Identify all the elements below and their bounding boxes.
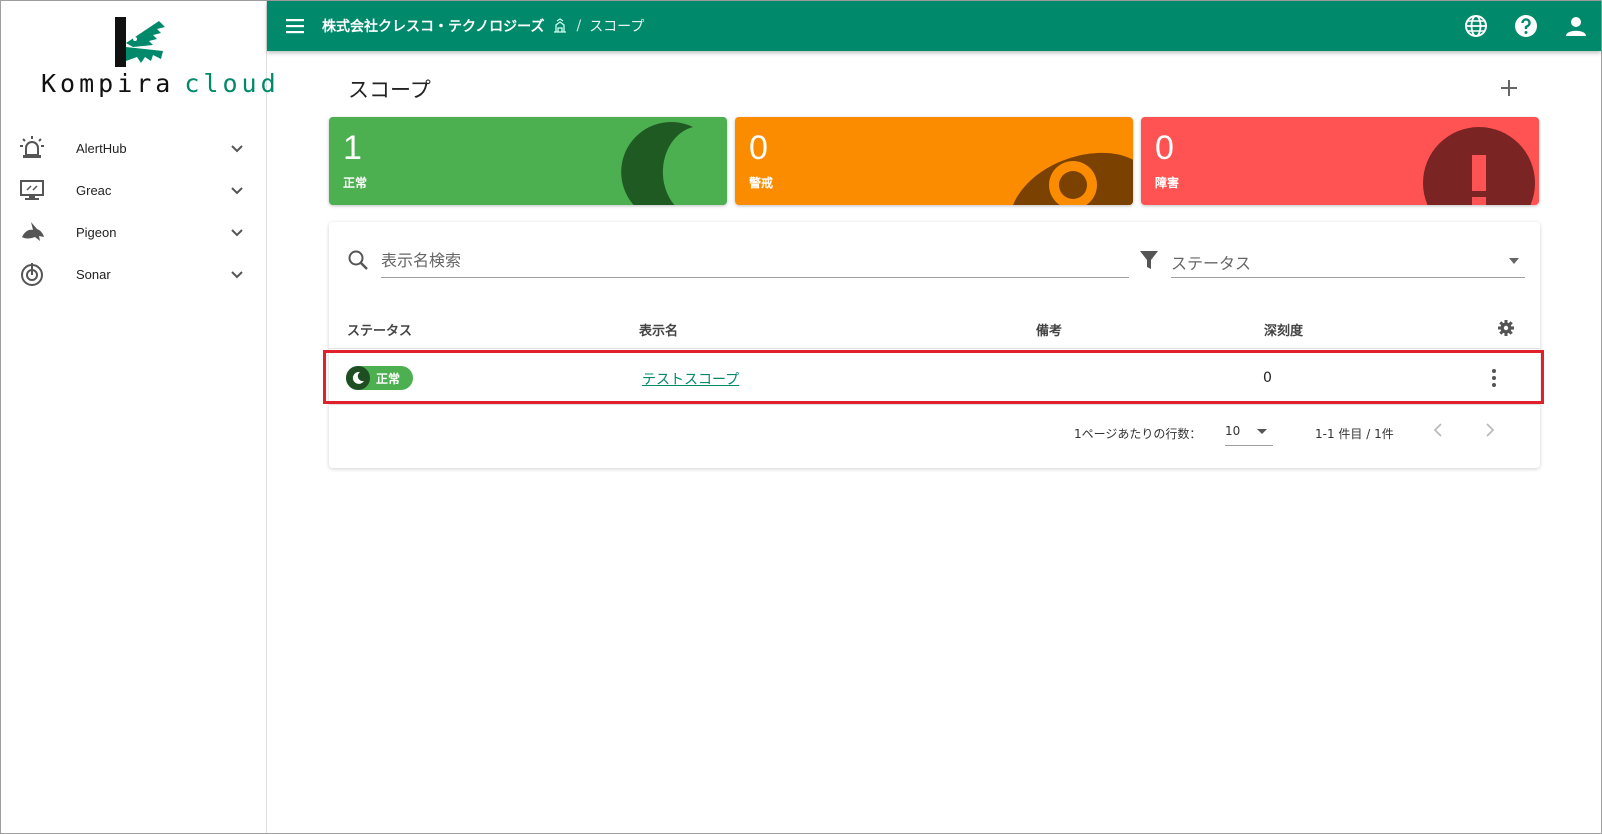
app-bar-actions <box>1463 13 1589 39</box>
table-header-divider <box>329 348 1540 349</box>
summary-card-error[interactable]: 0 障害 <box>1141 117 1539 205</box>
chevron-down-icon[interactable] <box>229 182 245 198</box>
sidebar-item-label: Pigeon <box>76 224 117 240</box>
search-input[interactable] <box>381 244 1129 278</box>
rows-per-page-select[interactable]: 10 <box>1225 418 1273 446</box>
summary-count: 0 <box>1155 129 1174 167</box>
organization-icon <box>554 18 567 33</box>
search-icon <box>348 250 368 270</box>
summary-count: 0 <box>749 129 768 167</box>
sidebar-item-pigeon[interactable]: Pigeon <box>1 211 267 253</box>
dropdown-caret-icon <box>1257 429 1267 434</box>
chevron-down-icon[interactable] <box>229 224 245 240</box>
sidebar-item-label: AlertHub <box>76 140 127 156</box>
summary-card-normal[interactable]: 1 正常 <box>329 117 727 205</box>
sidebar-item-label: Sonar <box>76 266 111 282</box>
scope-name-link[interactable]: テストスコープ <box>642 369 739 389</box>
page-title: スコープ <box>348 78 431 102</box>
rows-per-page-value: 10 <box>1225 424 1241 438</box>
sidebar-item-label: Greac <box>76 182 112 198</box>
chevron-right-icon[interactable] <box>1479 420 1499 440</box>
column-header-note[interactable]: 備考 <box>1036 320 1062 339</box>
menu-icon[interactable] <box>285 16 305 36</box>
pigeon-icon <box>22 222 44 241</box>
table-row[interactable]: 正常 テストスコープ 0 <box>323 350 1544 404</box>
dropdown-caret-icon <box>1509 258 1519 264</box>
breadcrumb-separator: / <box>576 18 582 34</box>
breadcrumb-org[interactable]: 株式会社クレスコ・テクノロジーズ <box>322 16 544 36</box>
summary-label: 障害 <box>1155 176 1180 190</box>
exclamation-icon <box>1423 127 1535 205</box>
globe-icon[interactable] <box>1463 13 1489 39</box>
kompira-logo: Kompira cloud <box>41 17 276 103</box>
scope-table-panel: ステータス ステータス 表示名 備考 深刻度 正常 テストスコープ 0 <box>323 222 1544 468</box>
account-icon[interactable] <box>1563 13 1589 39</box>
summary-label: 警戒 <box>749 176 774 190</box>
more-vert-icon[interactable] <box>1484 367 1504 389</box>
column-header-status[interactable]: ステータス <box>347 320 412 339</box>
logo-wordmark-cloud: cloud <box>184 69 280 98</box>
status-filter-placeholder: ステータス <box>1171 254 1252 273</box>
chevron-down-icon[interactable] <box>229 140 245 156</box>
summary-label: 正常 <box>343 176 368 190</box>
summary-count: 1 <box>343 129 362 167</box>
breadcrumb: 株式会社クレスコ・テクノロジーズ / スコープ <box>322 16 644 36</box>
moon-icon <box>621 122 693 205</box>
status-badge-label: 正常 <box>376 371 401 386</box>
filter-icon <box>1140 251 1158 269</box>
sidebar-nav: AlertHub Greac Pigeon Sonar <box>1 127 267 295</box>
plus-icon[interactable] <box>1497 76 1521 100</box>
table-row-divider <box>329 404 1540 405</box>
sidebar-item-sonar[interactable]: Sonar <box>1 253 267 295</box>
chevron-down-icon[interactable] <box>229 266 245 282</box>
sidebar: Kompira cloud AlertHub Greac Pigeon Sona… <box>1 1 276 833</box>
monitor-icon <box>20 180 44 200</box>
severity-value: 0 <box>1263 370 1272 386</box>
crocodile-logo-icon <box>115 17 165 67</box>
column-header-severity[interactable]: 深刻度 <box>1264 320 1303 339</box>
app-bar: 株式会社クレスコ・テクノロジーズ / スコープ <box>267 1 1601 51</box>
pagination-range: 1-1 件目 / 1件 <box>1315 427 1394 441</box>
breadcrumb-current: スコープ <box>589 19 645 35</box>
logo-wordmark: Kompira cloud <box>41 69 280 98</box>
eye-icon <box>1013 152 1133 205</box>
logo-wordmark-kompira: Kompira <box>41 69 175 98</box>
rows-per-page-label: 1ページあたりの行数： <box>1074 427 1202 441</box>
moon-icon <box>346 366 370 390</box>
summary-card-warning[interactable]: 0 警戒 <box>735 117 1133 205</box>
sidebar-item-alerthub[interactable]: AlertHub <box>1 127 267 169</box>
siren-icon <box>20 136 44 158</box>
help-icon[interactable] <box>1513 13 1539 39</box>
sidebar-item-greac[interactable]: Greac <box>1 169 267 211</box>
sonar-icon <box>21 263 43 286</box>
chevron-left-icon[interactable] <box>1429 420 1449 440</box>
status-badge[interactable]: 正常 <box>346 366 413 390</box>
gear-icon[interactable] <box>1497 319 1515 337</box>
column-header-name[interactable]: 表示名 <box>639 320 678 339</box>
status-filter-select[interactable]: ステータス <box>1171 244 1525 278</box>
